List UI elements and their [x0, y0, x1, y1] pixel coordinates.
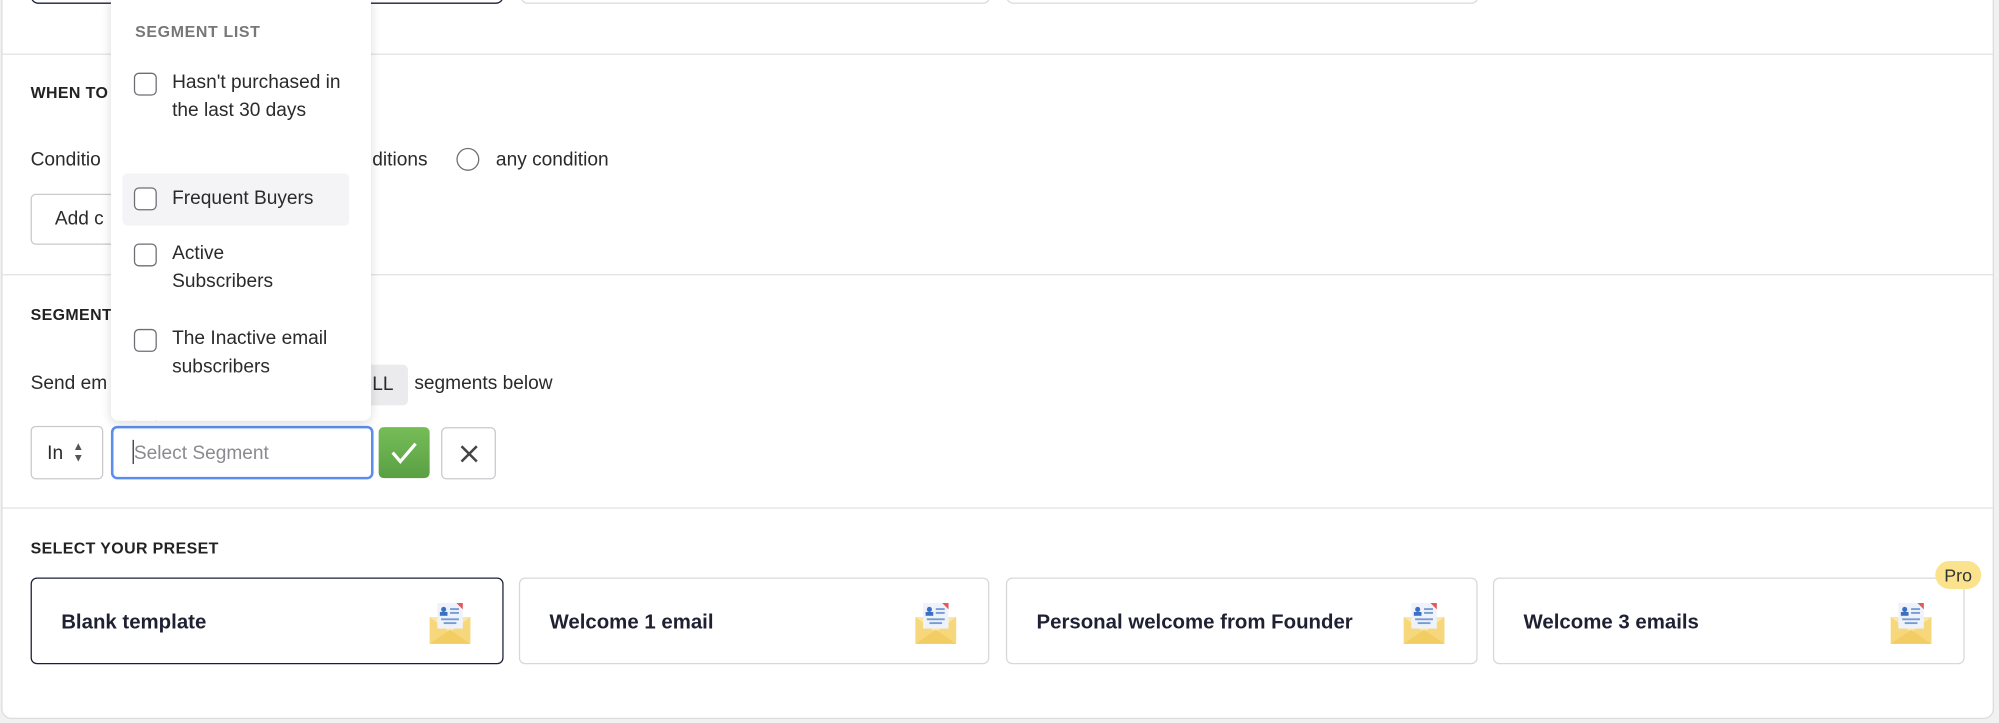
top-card-2[interactable] [520, 0, 991, 4]
when-to-send-label: WHEN TO [30, 84, 109, 102]
segment-option[interactable]: Frequent Buyers [122, 173, 350, 226]
preset-card-name: Personal welcome from Founder [1036, 611, 1353, 634]
close-icon [460, 445, 478, 463]
checkbox[interactable] [133, 328, 157, 352]
conditions-label: Conditio [30, 149, 101, 171]
checkbox[interactable] [133, 187, 157, 211]
preset-card[interactable]: Personal welcome from Founder [1005, 577, 1478, 665]
checkmark-icon [391, 442, 417, 464]
segment-option[interactable]: Active Subscribers [122, 242, 349, 303]
segment-option-label: Active Subscribers [172, 242, 274, 292]
select-segment-input[interactable]: Select Segment [110, 425, 374, 480]
divider [1, 507, 1993, 509]
select-preset-label: SELECT YOUR PRESET [30, 539, 219, 558]
email-letter-icon [428, 599, 471, 651]
sort-arrows-icon: ▲ ▼ [72, 439, 85, 465]
checkbox[interactable] [133, 243, 157, 267]
add-condition-label: Add c [54, 207, 104, 230]
top-card-3[interactable] [1005, 0, 1479, 4]
select-segment-placeholder: Select Segment [133, 442, 269, 465]
send-email-label: Send em [30, 372, 108, 394]
any-condition-label: any condition [495, 149, 609, 171]
preset-card-name: Welcome 3 emails [1523, 611, 1699, 634]
segment-list-header: SEGMENT LIST [135, 22, 261, 41]
pro-badge: Pro [1935, 560, 1981, 590]
preset-card-name: Welcome 1 email [549, 611, 714, 634]
segment-option[interactable]: Hasn't purchased in the last 30 days [122, 69, 349, 158]
segment-option-label: Frequent Buyers [172, 187, 314, 210]
preset-card[interactable]: Welcome 1 email [518, 577, 990, 665]
operator-value: In [47, 442, 64, 465]
preset-card[interactable]: Blank template [30, 577, 504, 665]
segments-below-label: segments below [414, 372, 553, 394]
preset-card-name: Blank template [61, 611, 207, 634]
email-letter-icon [914, 599, 957, 651]
segment-dropdown: SEGMENT LIST Hasn't purchased in the las… [110, 0, 371, 421]
segment-label: SEGMENT [30, 305, 113, 324]
scroll-fade [110, 369, 371, 421]
email-letter-icon [1889, 599, 1932, 651]
cancel-button[interactable] [441, 427, 496, 480]
all-conditions-label: ditions [372, 149, 428, 171]
any-condition-radio[interactable] [456, 147, 480, 171]
email-letter-icon [1402, 599, 1445, 651]
preset-card[interactable]: Welcome 3 emails [1492, 577, 1965, 665]
checkbox[interactable] [133, 72, 157, 96]
segment-option-label: Hasn't purchased in the last 30 days [172, 71, 341, 122]
operator-select[interactable]: In ▲ ▼ [30, 425, 104, 480]
confirm-button[interactable] [378, 427, 430, 479]
